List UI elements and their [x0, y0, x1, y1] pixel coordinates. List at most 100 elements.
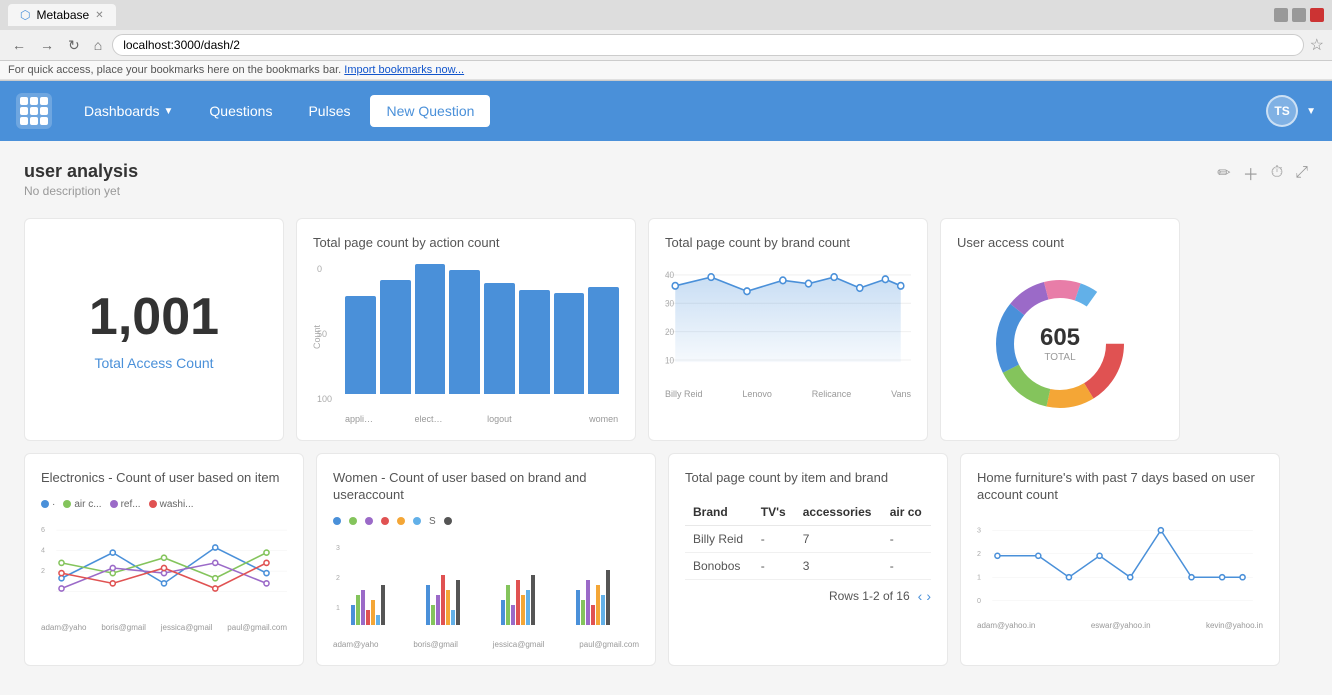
cards-row-2: Electronics - Count of user based on ite…	[24, 453, 1308, 666]
bar-women	[588, 287, 619, 394]
minimize-button[interactable]	[1274, 8, 1288, 22]
svg-text:1: 1	[336, 605, 340, 612]
donut-container: 605 TOTAL	[957, 264, 1163, 424]
nav-dashboards[interactable]: Dashboards ▼	[68, 95, 189, 127]
svg-text:30: 30	[665, 298, 674, 308]
bar-7	[554, 293, 585, 394]
donut-total-label: TOTAL	[1040, 352, 1080, 363]
total-access-label: Total Access Count	[94, 355, 213, 371]
legend-item-2: air c...	[63, 499, 101, 510]
svg-text:1: 1	[977, 573, 981, 581]
add-icon[interactable]: ＋	[1243, 161, 1259, 185]
women-legend-7	[444, 516, 452, 527]
w-dot-3	[365, 517, 373, 525]
svg-text:40: 40	[665, 270, 674, 280]
cell-air-co-1: -	[882, 525, 931, 552]
close-button[interactable]	[1310, 8, 1324, 22]
logo-dots	[20, 97, 48, 125]
edit-icon[interactable]: ✏	[1217, 163, 1230, 183]
total-access-number: 1,001	[89, 287, 219, 347]
w-dot-7	[444, 517, 452, 525]
total-access-card: 1,001 Total Access Count	[24, 218, 284, 441]
dashboard-actions: ✏ ＋ ⏱ ⤢	[1217, 161, 1308, 185]
header-right: TS ▼	[1266, 95, 1316, 127]
table-prev-button[interactable]: ‹	[918, 588, 923, 604]
table-header-row: Brand TV's accessories air co	[685, 499, 931, 526]
table-header: Brand TV's accessories air co	[685, 499, 931, 526]
page-count-action-title: Total page count by action count	[313, 235, 619, 252]
page-count-action-card: Total page count by action count Count 1…	[296, 218, 636, 441]
brand-x-axis: Billy Reid Lenovo Relicance Vans	[665, 389, 911, 399]
w-dot-4	[381, 517, 389, 525]
app-logo[interactable]	[16, 93, 52, 129]
brand-line-chart: 40 30 20 10	[665, 264, 911, 384]
women-legend-5	[397, 516, 405, 527]
bar-2	[380, 280, 411, 394]
women-count-title: Women - Count of user based on brand and…	[333, 470, 639, 504]
bar-4	[449, 270, 480, 394]
svg-text:10: 10	[665, 355, 674, 365]
pagination-text: Rows 1-2 of 16	[829, 589, 910, 603]
user-avatar[interactable]: TS	[1266, 95, 1298, 127]
bookmarks-bar: For quick access, place your bookmarks h…	[0, 61, 1332, 80]
address-bar[interactable]	[112, 34, 1303, 56]
women-legend-3	[365, 516, 373, 527]
legend-item-1: ·	[41, 499, 55, 510]
bar-labels: appliances electronics logout women	[345, 414, 619, 424]
electronics-legend: · air c... ref... washi...	[41, 499, 287, 510]
import-bookmarks-link[interactable]: Import bookmarks now...	[344, 64, 464, 76]
cell-brand-2: Bonobos	[685, 552, 753, 579]
svg-text:4: 4	[41, 546, 45, 554]
cell-air-co-2: -	[882, 552, 931, 579]
table-next-button[interactable]: ›	[926, 588, 931, 604]
bar-chart-wrapper: Count 100 50 0	[345, 264, 619, 424]
svg-text:6: 6	[41, 526, 45, 534]
user-access-count-title: User access count	[957, 235, 1163, 252]
home-button[interactable]: ⌂	[90, 35, 106, 55]
women-bar-chart: 3 2 1	[333, 535, 639, 635]
bookmark-star-icon[interactable]: ☆	[1310, 35, 1324, 55]
dashboards-dropdown-icon: ▼	[164, 106, 174, 117]
tab-title: Metabase	[36, 8, 89, 22]
history-icon[interactable]: ⏱	[1271, 164, 1283, 182]
forward-button[interactable]: →	[36, 35, 58, 55]
browser-titlebar: ⬡ Metabase ✕	[0, 0, 1332, 30]
maximize-button[interactable]	[1292, 8, 1306, 22]
table-nav: ‹ ›	[918, 588, 931, 604]
svg-text:3: 3	[336, 545, 340, 552]
donut-center: 605 TOTAL	[1040, 324, 1080, 363]
app-header: Dashboards ▼ Questions Pulses New Questi…	[0, 81, 1332, 141]
electronics-x-axis: adam@yaho boris@gmail jessica@gmail paul…	[41, 623, 287, 632]
w-dot-1	[333, 517, 341, 525]
dashboard-title-section: user analysis No description yet	[24, 161, 138, 198]
fullscreen-icon[interactable]: ⤢	[1295, 164, 1308, 182]
table-footer: Rows 1-2 of 16 ‹ ›	[685, 588, 931, 604]
legend-item-3: ref...	[110, 499, 141, 510]
page-count-item-brand-card: Total page count by item and brand Brand…	[668, 453, 948, 666]
legend-item-4: washi...	[149, 499, 194, 510]
dashboard-description: No description yet	[24, 184, 138, 198]
bar-appliances	[345, 296, 376, 394]
cards-row-1: 1,001 Total Access Count Total page coun…	[24, 218, 1308, 441]
legend-dot-1	[41, 500, 49, 508]
women-x-axis: adam@yaho boris@gmail jessica@gmail paul…	[333, 640, 639, 649]
nav-questions[interactable]: Questions	[193, 95, 288, 127]
user-dropdown-icon[interactable]: ▼	[1306, 106, 1316, 117]
col-air-co: air co	[882, 499, 931, 526]
browser-tab: ⬡ Metabase ✕	[8, 4, 116, 26]
nav-new-question[interactable]: New Question	[370, 95, 490, 127]
w-dot-2	[349, 517, 357, 525]
women-legend-2	[349, 516, 357, 527]
electronics-count-card: Electronics - Count of user based on ite…	[24, 453, 304, 666]
user-access-count-card: User access count 605 T	[940, 218, 1180, 441]
women-count-card: Women - Count of user based on brand and…	[316, 453, 656, 666]
reload-button[interactable]: ↻	[64, 35, 84, 56]
cell-brand-1: Billy Reid	[685, 525, 753, 552]
tab-close-button[interactable]: ✕	[95, 10, 103, 21]
bar-6	[519, 290, 550, 394]
nav-pulses[interactable]: Pulses	[292, 95, 366, 127]
svg-text:2: 2	[41, 567, 45, 575]
home-furniture-card: Home furniture's with past 7 days based …	[960, 453, 1280, 666]
svg-text:20: 20	[665, 327, 674, 337]
back-button[interactable]: ←	[8, 35, 30, 55]
